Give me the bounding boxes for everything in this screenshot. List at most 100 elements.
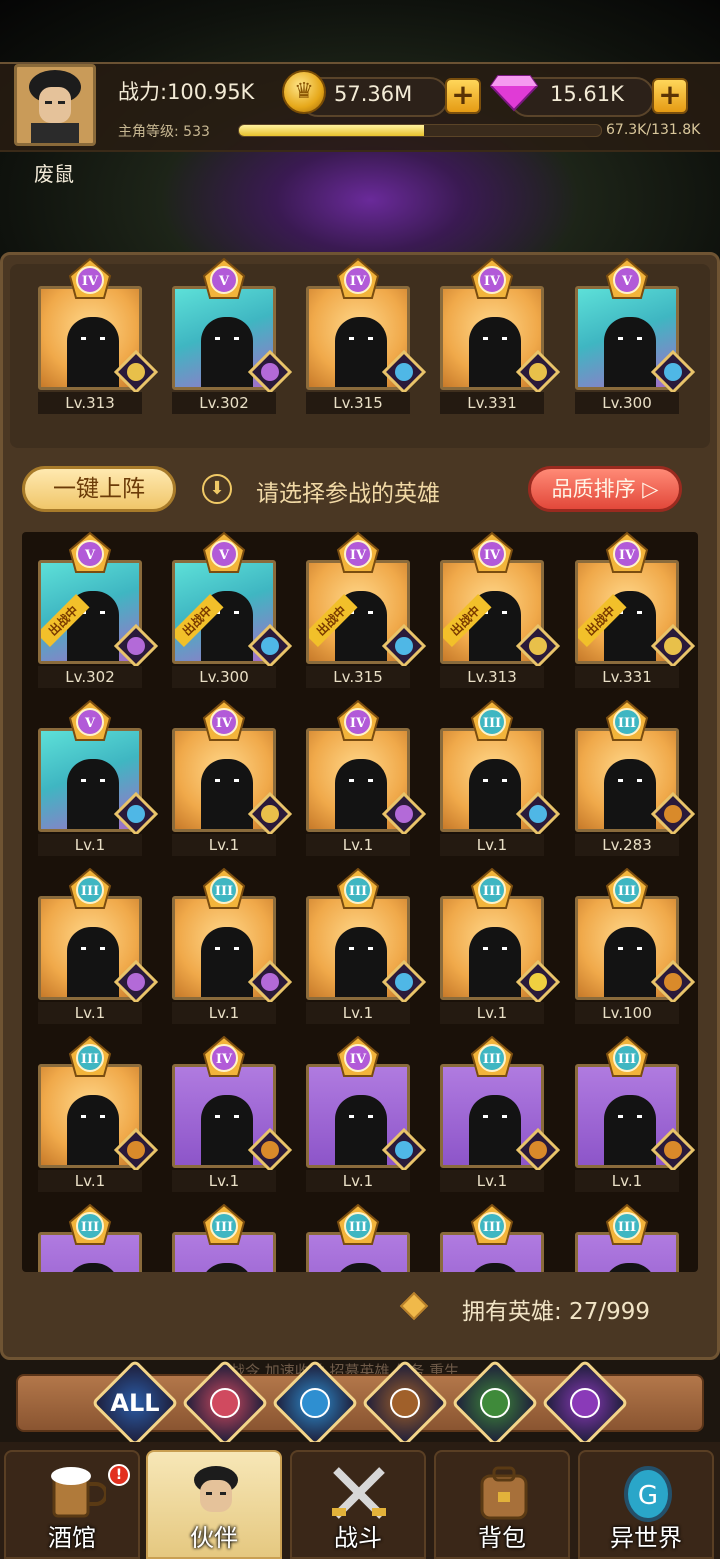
hero-silhouette-icon — [469, 759, 521, 829]
hero-silhouette-icon — [469, 317, 521, 387]
hero-level: Lv.1 — [440, 1002, 544, 1024]
hero-eyes — [618, 947, 642, 951]
hero-level: Lv.300 — [172, 666, 276, 688]
hero-eyes — [81, 779, 105, 783]
hero-level: Lv.331 — [440, 392, 544, 414]
team-hero-card[interactable]: IV Lv.315 — [306, 257, 427, 418]
quality-sort-button[interactable]: 品质排序 ▷ — [528, 466, 682, 512]
rank-badge-icon: III — [336, 867, 380, 912]
nav-tab-partners[interactable]: 伙伴 — [146, 1450, 282, 1559]
lion-faction-icon — [113, 1127, 159, 1173]
spirit-faction-icon — [515, 791, 561, 837]
hero-count: 拥有英雄: 27/999 — [462, 1299, 650, 1325]
player-avatar[interactable] — [14, 64, 96, 146]
hero-silhouette-icon — [469, 1095, 521, 1165]
hero-card[interactable]: IV Lv.1 — [306, 699, 427, 860]
lion-faction-icon — [247, 1127, 293, 1173]
hero-silhouette-icon — [201, 1095, 253, 1165]
rank-badge-icon: IV — [336, 1035, 380, 1080]
hero-card[interactable]: III — [575, 1203, 679, 1272]
add-gold-button[interactable]: + — [445, 78, 481, 114]
hero-level: Lv.1 — [172, 1170, 276, 1192]
nav-tab-otherworld[interactable]: G 异世界 — [578, 1450, 714, 1559]
hero-card[interactable]: IV Lv.1 — [172, 699, 293, 860]
hero-eyes — [215, 1115, 239, 1119]
hero-card[interactable]: III Lv.283 — [575, 699, 696, 860]
hero-card[interactable]: III — [38, 1203, 142, 1272]
hero-eyes — [349, 337, 373, 341]
spirit-faction-icon — [284, 1372, 346, 1434]
nav-tab-label: 背包 — [478, 1524, 526, 1552]
gold-coin-icon: ♛ — [282, 70, 326, 114]
hero-silhouette-icon — [604, 1095, 656, 1165]
lion-faction-icon — [650, 791, 696, 837]
team-hero-card[interactable]: V Lv.300 — [575, 257, 696, 418]
hero-eyes — [81, 337, 105, 341]
hero-card[interactable]: 出战中 IV Lv.313 — [440, 532, 561, 692]
hero-silhouette-icon — [604, 317, 656, 387]
hero-card[interactable]: III Lv.1 — [440, 867, 561, 1028]
rank-badge-icon: IV — [202, 699, 246, 744]
hero-card[interactable]: 出战中 V Lv.302 — [38, 532, 159, 692]
demon-faction-icon — [381, 791, 427, 837]
rank-badge-icon: V — [605, 257, 649, 302]
hero-card[interactable]: III — [306, 1203, 410, 1272]
avatar-portrait-icon — [29, 70, 81, 143]
hero-silhouette-icon — [335, 317, 387, 387]
auto-deploy-button[interactable]: 一键上阵 — [22, 466, 176, 512]
hero-card[interactable]: III Lv.1 — [440, 1035, 561, 1196]
elf-faction-icon — [515, 959, 561, 1005]
svg-text:III: III — [81, 884, 99, 899]
hero-card[interactable]: 出战中 V Lv.300 — [172, 532, 293, 692]
hero-card[interactable]: 出战中 IV Lv.331 — [575, 532, 696, 692]
hero-level: Lv.1 — [306, 834, 410, 856]
add-gems-button[interactable]: + — [652, 78, 688, 114]
hero-card[interactable]: 出战中 IV Lv.315 — [306, 532, 427, 692]
nav-tab-battle[interactable]: 战斗 — [290, 1450, 426, 1559]
hero-card[interactable]: III Lv.1 — [440, 699, 561, 860]
hero-level: Lv.315 — [306, 392, 410, 414]
hero-card[interactable]: III Lv.1 — [38, 1035, 159, 1196]
hero-level: Lv.1 — [575, 1170, 679, 1192]
hero-eyes — [81, 947, 105, 951]
exp-text: 67.3K/131.8K — [606, 122, 701, 138]
hero-level: Lv.315 — [306, 666, 410, 688]
hero-card[interactable]: III — [172, 1203, 276, 1272]
hero-card[interactable]: III Lv.1 — [38, 867, 159, 1028]
svg-text:G: G — [638, 1481, 658, 1511]
hero-card[interactable]: III — [440, 1203, 544, 1272]
hero-eyes — [81, 1115, 105, 1119]
hero-roster-grid[interactable]: 出战中 V Lv.302 出战中 V Lv.300 出战中 IV Lv.315 出战中 IV Lv.3… — [22, 532, 698, 1272]
rank-badge-icon: III — [470, 1203, 514, 1248]
hero-level: Lv.1 — [172, 834, 276, 856]
rank-badge-icon: III — [605, 1035, 649, 1080]
team-hero-card[interactable]: IV Lv.313 — [38, 257, 159, 418]
svg-text:IV: IV — [484, 274, 501, 289]
svg-text:IV: IV — [216, 716, 233, 731]
hero-eyes — [349, 1115, 373, 1119]
otherworld-icon: G — [624, 1466, 672, 1522]
hero-level: Lv.1 — [306, 1002, 410, 1024]
hero-card[interactable]: IV Lv.1 — [306, 1035, 427, 1196]
knight-faction-icon — [113, 349, 159, 395]
hero-card[interactable]: III Lv.100 — [575, 867, 696, 1028]
team-hero-card[interactable]: IV Lv.331 — [440, 257, 561, 418]
demon-faction-icon — [247, 349, 293, 395]
hero-card[interactable]: III Lv.1 — [172, 867, 293, 1028]
nav-tab-label: 酒馆 — [48, 1524, 96, 1552]
hero-card[interactable]: IV Lv.1 — [172, 1035, 293, 1196]
hero-eyes — [618, 779, 642, 783]
partners-icon — [194, 1466, 238, 1512]
hero-card[interactable]: V Lv.1 — [38, 699, 159, 860]
svg-text:III: III — [349, 1220, 367, 1235]
bag-icon — [480, 1466, 528, 1520]
rank-badge-icon: IV — [336, 699, 380, 744]
rank-badge-icon: III — [202, 867, 246, 912]
rank-badge-icon: IV — [470, 532, 514, 576]
hero-card[interactable]: III Lv.1 — [306, 867, 427, 1028]
team-hero-card[interactable]: V Lv.302 — [172, 257, 293, 418]
hero-card[interactable]: III Lv.1 — [575, 1035, 696, 1196]
lion-faction-icon — [515, 1127, 561, 1173]
nav-tab-bag[interactable]: 背包 — [434, 1450, 570, 1559]
hero-silhouette-icon — [335, 759, 387, 829]
